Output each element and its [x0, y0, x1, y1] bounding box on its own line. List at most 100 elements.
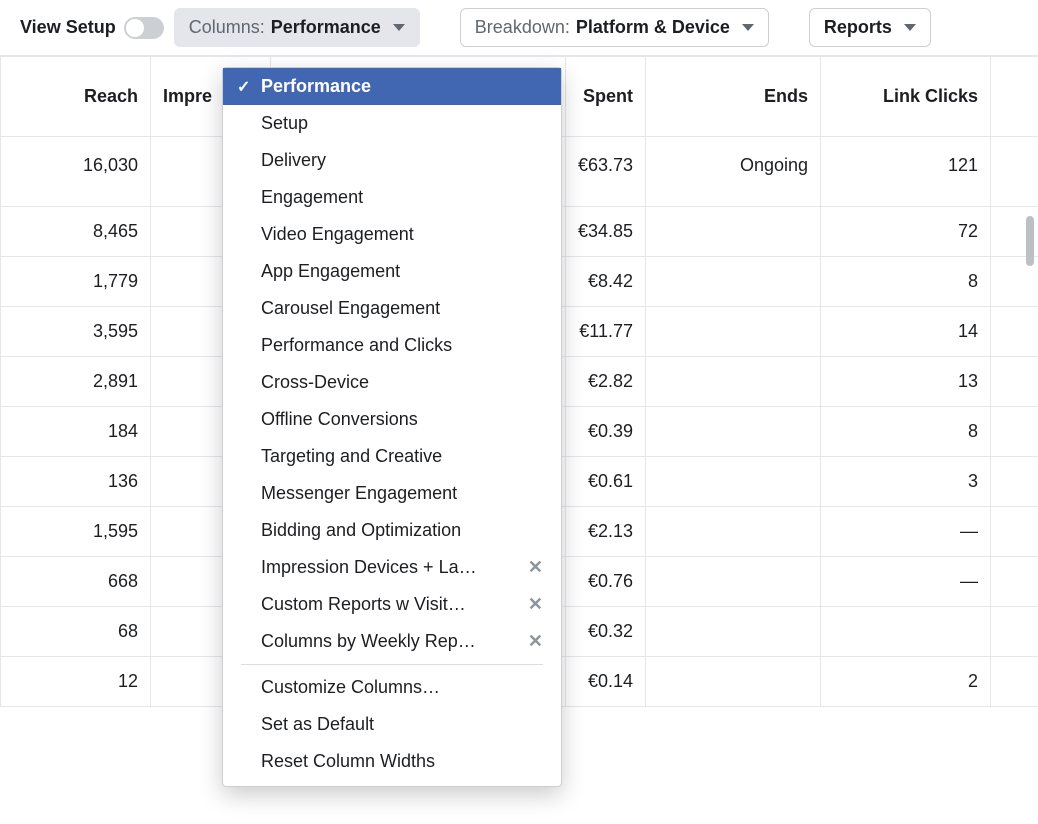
cell-end	[991, 137, 1038, 207]
cell-link-clicks: —	[821, 557, 991, 607]
columns-menu-item[interactable]: Video Engagement	[223, 216, 561, 253]
cell-link-clicks: 3	[821, 457, 991, 507]
cell-spent: €63.73	[566, 137, 646, 207]
columns-value: Performance	[271, 17, 381, 38]
cell-ends	[646, 557, 821, 607]
cell-end	[991, 457, 1038, 507]
menu-item-label: Setup	[261, 113, 308, 134]
col-link-clicks[interactable]: Link Clicks	[821, 57, 991, 137]
menu-item-label: Delivery	[261, 150, 326, 171]
cell-ends	[646, 657, 821, 707]
caret-down-icon	[904, 24, 916, 31]
columns-menu-item[interactable]: Offline Conversions	[223, 401, 561, 438]
columns-menu-item[interactable]: Impression Devices + La… ✕	[223, 549, 561, 586]
cell-end	[991, 607, 1038, 657]
cell-spent: €0.61	[566, 457, 646, 507]
close-icon[interactable]: ✕	[528, 557, 543, 578]
cell-reach: 3,595	[1, 307, 151, 357]
cell-spent: €34.85	[566, 207, 646, 257]
col-reach[interactable]: Reach	[1, 57, 151, 137]
cell-spent: €0.39	[566, 407, 646, 457]
columns-label: Columns:	[189, 17, 265, 38]
menu-item-label: Targeting and Creative	[261, 446, 442, 467]
breakdown-value: Platform & Device	[576, 17, 730, 38]
columns-menu-item[interactable]: Bidding and Optimization	[223, 512, 561, 549]
cell-link-clicks	[821, 607, 991, 657]
cell-ends	[646, 607, 821, 657]
columns-menu-item[interactable]: Custom Reports w Visit… ✕	[223, 586, 561, 623]
cell-reach: 12	[1, 657, 151, 707]
col-ends[interactable]: Ends	[646, 57, 821, 137]
menu-item-label: Engagement	[261, 187, 363, 208]
cell-reach: 184	[1, 407, 151, 457]
columns-menu-footer-item[interactable]: Set as Default	[223, 706, 561, 743]
columns-menu-item[interactable]: Performance	[223, 68, 561, 105]
cell-link-clicks: 8	[821, 257, 991, 307]
menu-item-label: Offline Conversions	[261, 409, 418, 430]
scrollbar-thumb[interactable]	[1026, 216, 1034, 266]
menu-item-label: Performance	[261, 76, 371, 97]
cell-spent: €8.42	[566, 257, 646, 307]
cell-spent: €0.76	[566, 557, 646, 607]
cell-reach: 16,030	[1, 137, 151, 207]
cell-spent: €0.14	[566, 657, 646, 707]
columns-menu-item[interactable]: App Engagement	[223, 253, 561, 290]
cell-link-clicks: —	[821, 507, 991, 557]
cell-link-clicks: 8	[821, 407, 991, 457]
caret-down-icon	[742, 24, 754, 31]
cell-ends: Ongoing	[646, 137, 821, 207]
cell-ends	[646, 507, 821, 557]
columns-menu-item[interactable]: Engagement	[223, 179, 561, 216]
cell-reach: 1,595	[1, 507, 151, 557]
view-setup-control[interactable]: View Setup	[10, 17, 164, 39]
reports-dropdown-button[interactable]: Reports	[809, 8, 931, 47]
columns-menu-item[interactable]: Messenger Engagement	[223, 475, 561, 512]
cell-ends	[646, 357, 821, 407]
columns-menu-item[interactable]: Setup	[223, 105, 561, 142]
col-spent[interactable]: Spent	[566, 57, 646, 137]
cell-spent: €0.32	[566, 607, 646, 657]
columns-menu-item[interactable]: Columns by Weekly Rep… ✕	[223, 623, 561, 660]
cell-ends	[646, 207, 821, 257]
cell-reach: 136	[1, 457, 151, 507]
columns-menu-item[interactable]: Cross-Device	[223, 364, 561, 401]
col-end	[991, 57, 1038, 137]
columns-menu-item[interactable]: Performance and Clicks	[223, 327, 561, 364]
columns-menu-item[interactable]: Targeting and Creative	[223, 438, 561, 475]
menu-item-label: Impression Devices + La…	[261, 557, 477, 578]
cell-spent: €2.82	[566, 357, 646, 407]
menu-item-label: Video Engagement	[261, 224, 414, 245]
columns-menu-item[interactable]: Delivery	[223, 142, 561, 179]
cell-ends	[646, 407, 821, 457]
close-icon[interactable]: ✕	[528, 631, 543, 652]
columns-menu-footer-item[interactable]: Customize Columns…	[223, 669, 561, 706]
toolbar: View Setup Columns: Performance Breakdow…	[0, 0, 1038, 56]
menu-item-label: Messenger Engagement	[261, 483, 457, 504]
breakdown-dropdown-button[interactable]: Breakdown: Platform & Device	[460, 8, 769, 47]
cell-spent: €2.13	[566, 507, 646, 557]
close-icon[interactable]: ✕	[528, 594, 543, 615]
view-setup-label: View Setup	[20, 17, 116, 38]
menu-divider	[241, 664, 543, 665]
reports-label: Reports	[824, 17, 892, 38]
columns-dropdown-button[interactable]: Columns: Performance	[174, 8, 420, 47]
cell-reach: 2,891	[1, 357, 151, 407]
columns-menu-footer-item[interactable]: Reset Column Widths	[223, 743, 561, 780]
menu-item-label: Cross-Device	[261, 372, 369, 393]
cell-ends	[646, 307, 821, 357]
menu-item-label: Columns by Weekly Rep…	[261, 631, 476, 652]
breakdown-label: Breakdown:	[475, 17, 570, 38]
menu-item-label: Performance and Clicks	[261, 335, 452, 356]
view-setup-toggle[interactable]	[124, 17, 164, 39]
cell-reach: 1,779	[1, 257, 151, 307]
menu-item-label: Custom Reports w Visit…	[261, 594, 466, 615]
cell-link-clicks: 14	[821, 307, 991, 357]
cell-spent: €11.77	[566, 307, 646, 357]
cell-link-clicks: 121	[821, 137, 991, 207]
cell-end	[991, 307, 1038, 357]
columns-menu-item[interactable]: Carousel Engagement	[223, 290, 561, 327]
cell-end	[991, 657, 1038, 707]
menu-item-label: Bidding and Optimization	[261, 520, 461, 541]
caret-down-icon	[393, 24, 405, 31]
columns-dropdown-menu: Performance Setup Delivery Engagement Video …	[222, 67, 562, 787]
